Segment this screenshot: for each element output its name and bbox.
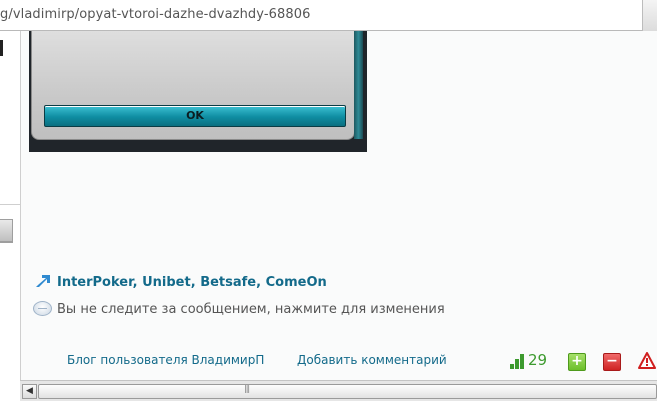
- post-content: OK InterPoker, Unibet, Betsafe, ComeOn В…: [21, 31, 657, 380]
- room-separator: ,: [190, 275, 196, 290]
- left-sidebar: [0, 31, 21, 380]
- url-text[interactable]: g/vladimirp/opyat-vtoroi-dazhe-dvazhdy-6…: [0, 7, 311, 22]
- dialog-panel: OK: [31, 31, 355, 140]
- address-bar[interactable]: g/vladimirp/opyat-vtoroi-dazhe-dvazhdy-6…: [0, 0, 657, 31]
- embedded-dialog-image: OK: [29, 31, 367, 152]
- ok-button[interactable]: OK: [44, 105, 346, 127]
- sidebar-scroll-tab[interactable]: [0, 219, 13, 243]
- room-link-interpoker[interactable]: InterPoker: [57, 275, 133, 290]
- speech-bubble-icon: [33, 301, 52, 316]
- room-separator: ,: [132, 275, 138, 290]
- rating-bars-icon: [510, 353, 526, 369]
- vote-up-button[interactable]: +: [568, 353, 586, 371]
- sidebar-divider: [0, 204, 20, 205]
- scrollbar-grip: |||: [244, 384, 250, 393]
- room-link-betsafe[interactable]: Betsafe: [200, 275, 256, 290]
- scroll-left-arrow-icon[interactable]: ◀: [22, 384, 37, 399]
- sidebar-divider-2: [0, 241, 12, 242]
- sidebar-marker: [0, 40, 3, 56]
- vote-down-button[interactable]: −: [603, 353, 621, 371]
- poker-rooms-line: InterPoker, Unibet, Betsafe, ComeOn: [35, 274, 327, 290]
- user-blog-link[interactable]: Блог пользователя ВладимирП: [67, 353, 264, 367]
- dialog-frame-edge: [354, 31, 363, 139]
- rating-value: 29: [528, 351, 548, 369]
- add-comment-link[interactable]: Добавить комментарий: [297, 353, 447, 367]
- follow-toggle[interactable]: Вы не следите за сообщением, нажмите для…: [33, 301, 445, 317]
- arrow-icon: [36, 275, 50, 287]
- room-separator: ,: [256, 275, 262, 290]
- warning-icon[interactable]: [638, 352, 656, 369]
- address-bar-edge: [642, 0, 657, 31]
- room-link-unibet[interactable]: Unibet: [142, 275, 191, 290]
- room-link-comeon[interactable]: ComeOn: [266, 275, 327, 290]
- follow-status-text: Вы не следите за сообщением, нажмите для…: [57, 302, 445, 317]
- scrollbar-thumb[interactable]: [38, 384, 657, 399]
- horizontal-scrollbar[interactable]: ◀ |||: [20, 380, 657, 401]
- scrollbar-corner: [0, 380, 20, 401]
